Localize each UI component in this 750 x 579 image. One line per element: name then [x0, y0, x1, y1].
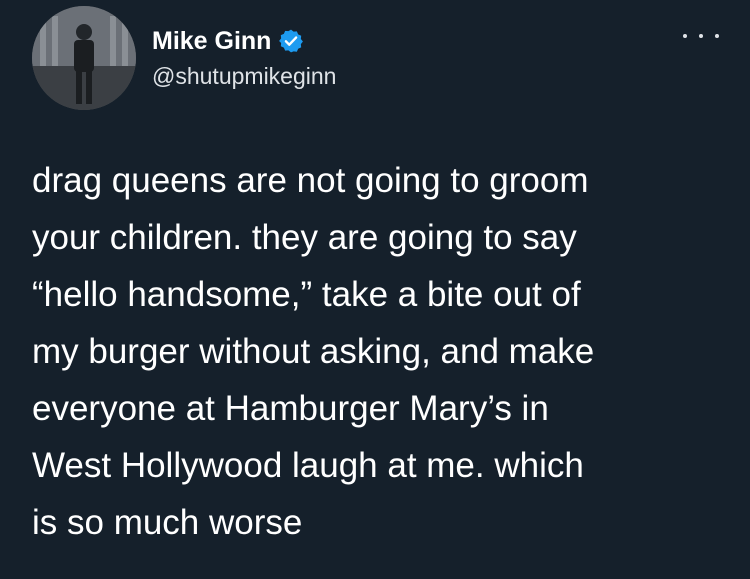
display-name[interactable]: Mike Ginn [152, 26, 271, 56]
user-handle[interactable]: @shutupmikeginn [152, 62, 336, 90]
verified-badge-icon [278, 28, 304, 54]
more-dot [715, 34, 719, 38]
avatar[interactable] [32, 6, 136, 110]
more-dot [683, 34, 687, 38]
more-options-icon[interactable] [683, 24, 719, 48]
author-name-row: Mike Ginn [152, 26, 304, 56]
more-dot [699, 34, 703, 38]
tweet-card: Mike Ginn @shutupmikeginn drag queens ar… [0, 0, 750, 579]
avatar-photo [32, 6, 136, 110]
tweet-text: drag queens are not going to groom your … [32, 161, 595, 542]
